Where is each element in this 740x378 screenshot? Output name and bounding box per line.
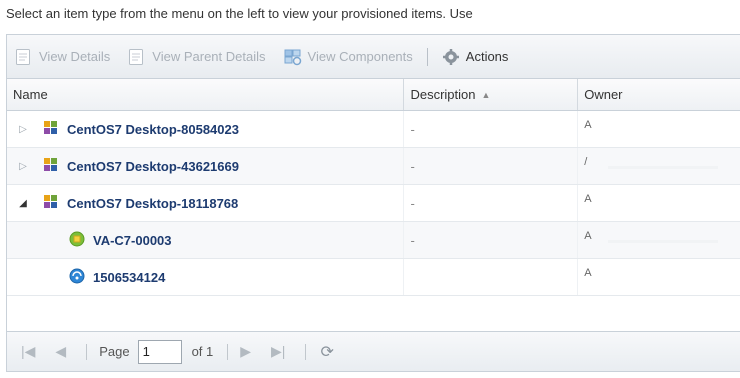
item-owner: / <box>584 156 588 168</box>
page-number-input[interactable] <box>137 339 182 364</box>
item-owner: A <box>584 230 592 242</box>
view-parent-details-label: View Parent Details <box>152 49 266 64</box>
grid-body: ▷ CentOS7 Desktop-80584023 - A ▷ CentOS7… <box>7 111 740 331</box>
toolbar: View Details View Parent Details View Co… <box>7 35 740 79</box>
document-icon <box>15 48 31 66</box>
vm-group-icon <box>43 120 59 139</box>
view-components-button[interactable]: View Components <box>284 48 413 66</box>
provisioned-items-panel: View Details View Parent Details View Co… <box>6 34 740 372</box>
network-icon <box>69 268 85 287</box>
instructions-text: Select an item type from the menu on the… <box>6 6 473 21</box>
pager-separator <box>227 343 229 360</box>
table-row[interactable]: ▷ CentOS7 Desktop-80584023 - A <box>7 111 740 148</box>
expand-arrow-icon[interactable]: ▷ <box>17 124 29 135</box>
page-count-label: of 1 <box>191 344 214 359</box>
pagination-bar: |◀ ◀ Page of 1 ▶ ▶| ⟳ <box>7 331 740 371</box>
toolbar-separator <box>426 47 428 66</box>
item-owner: A <box>584 267 592 279</box>
pager-separator <box>86 343 88 360</box>
item-name[interactable]: 1506534124 <box>93 270 165 285</box>
item-name[interactable]: CentOS7 Desktop-80584023 <box>67 122 239 137</box>
collapse-arrow-icon[interactable]: ◢ <box>17 198 29 209</box>
actions-label: Actions <box>465 49 509 64</box>
item-name[interactable]: VA-C7-00003 <box>93 233 172 248</box>
table-row[interactable]: ◢ CentOS7 Desktop-18118768 - A <box>7 185 740 222</box>
refresh-icon[interactable]: ⟳ <box>320 342 333 362</box>
column-header-description[interactable]: Description ▲ <box>404 79 579 110</box>
vm-group-icon <box>43 194 59 213</box>
item-description: - <box>410 121 415 137</box>
view-parent-details-button[interactable]: View Parent Details <box>128 48 266 66</box>
grid-header: Name Description ▲ Owner <box>7 79 740 111</box>
document-icon <box>128 48 144 66</box>
next-page-icon[interactable]: ▶ <box>240 343 251 360</box>
pager-separator <box>305 343 307 360</box>
view-details-label: View Details <box>39 49 111 64</box>
view-components-label: View Components <box>307 49 413 64</box>
redacted-mark <box>608 166 719 169</box>
item-description: - <box>410 195 415 211</box>
vm-group-icon <box>43 157 59 176</box>
column-header-owner-label: Owner <box>584 87 623 102</box>
redacted-mark <box>608 240 719 243</box>
actions-button[interactable]: Actions <box>442 48 509 66</box>
table-row[interactable]: VA-C7-00003 - A <box>7 222 740 259</box>
column-header-description-label: Description <box>410 87 476 102</box>
virtual-machine-icon <box>69 231 85 250</box>
gear-icon <box>442 48 459 66</box>
page-label: Page <box>99 344 130 359</box>
item-description: - <box>410 158 415 174</box>
item-name[interactable]: CentOS7 Desktop-18118768 <box>67 196 238 211</box>
item-description: - <box>410 232 415 248</box>
item-owner: A <box>584 119 592 131</box>
item-owner: A <box>584 193 592 205</box>
table-row[interactable]: ▷ CentOS7 Desktop-43621669 - / <box>7 148 740 185</box>
view-details-button[interactable]: View Details <box>15 48 110 66</box>
column-header-name-label: Name <box>13 87 48 102</box>
column-header-name[interactable]: Name <box>7 79 405 110</box>
components-icon <box>284 48 301 66</box>
last-page-icon[interactable]: ▶| <box>271 343 285 360</box>
table-row[interactable]: 1506534124 A <box>7 259 740 296</box>
item-name[interactable]: CentOS7 Desktop-43621669 <box>67 159 239 174</box>
previous-page-icon[interactable]: ◀ <box>55 343 66 360</box>
column-header-owner[interactable]: Owner <box>578 79 740 110</box>
expand-arrow-icon[interactable]: ▷ <box>17 161 29 172</box>
sort-ascending-icon: ▲ <box>481 89 491 100</box>
first-page-icon[interactable]: |◀ <box>21 343 35 360</box>
